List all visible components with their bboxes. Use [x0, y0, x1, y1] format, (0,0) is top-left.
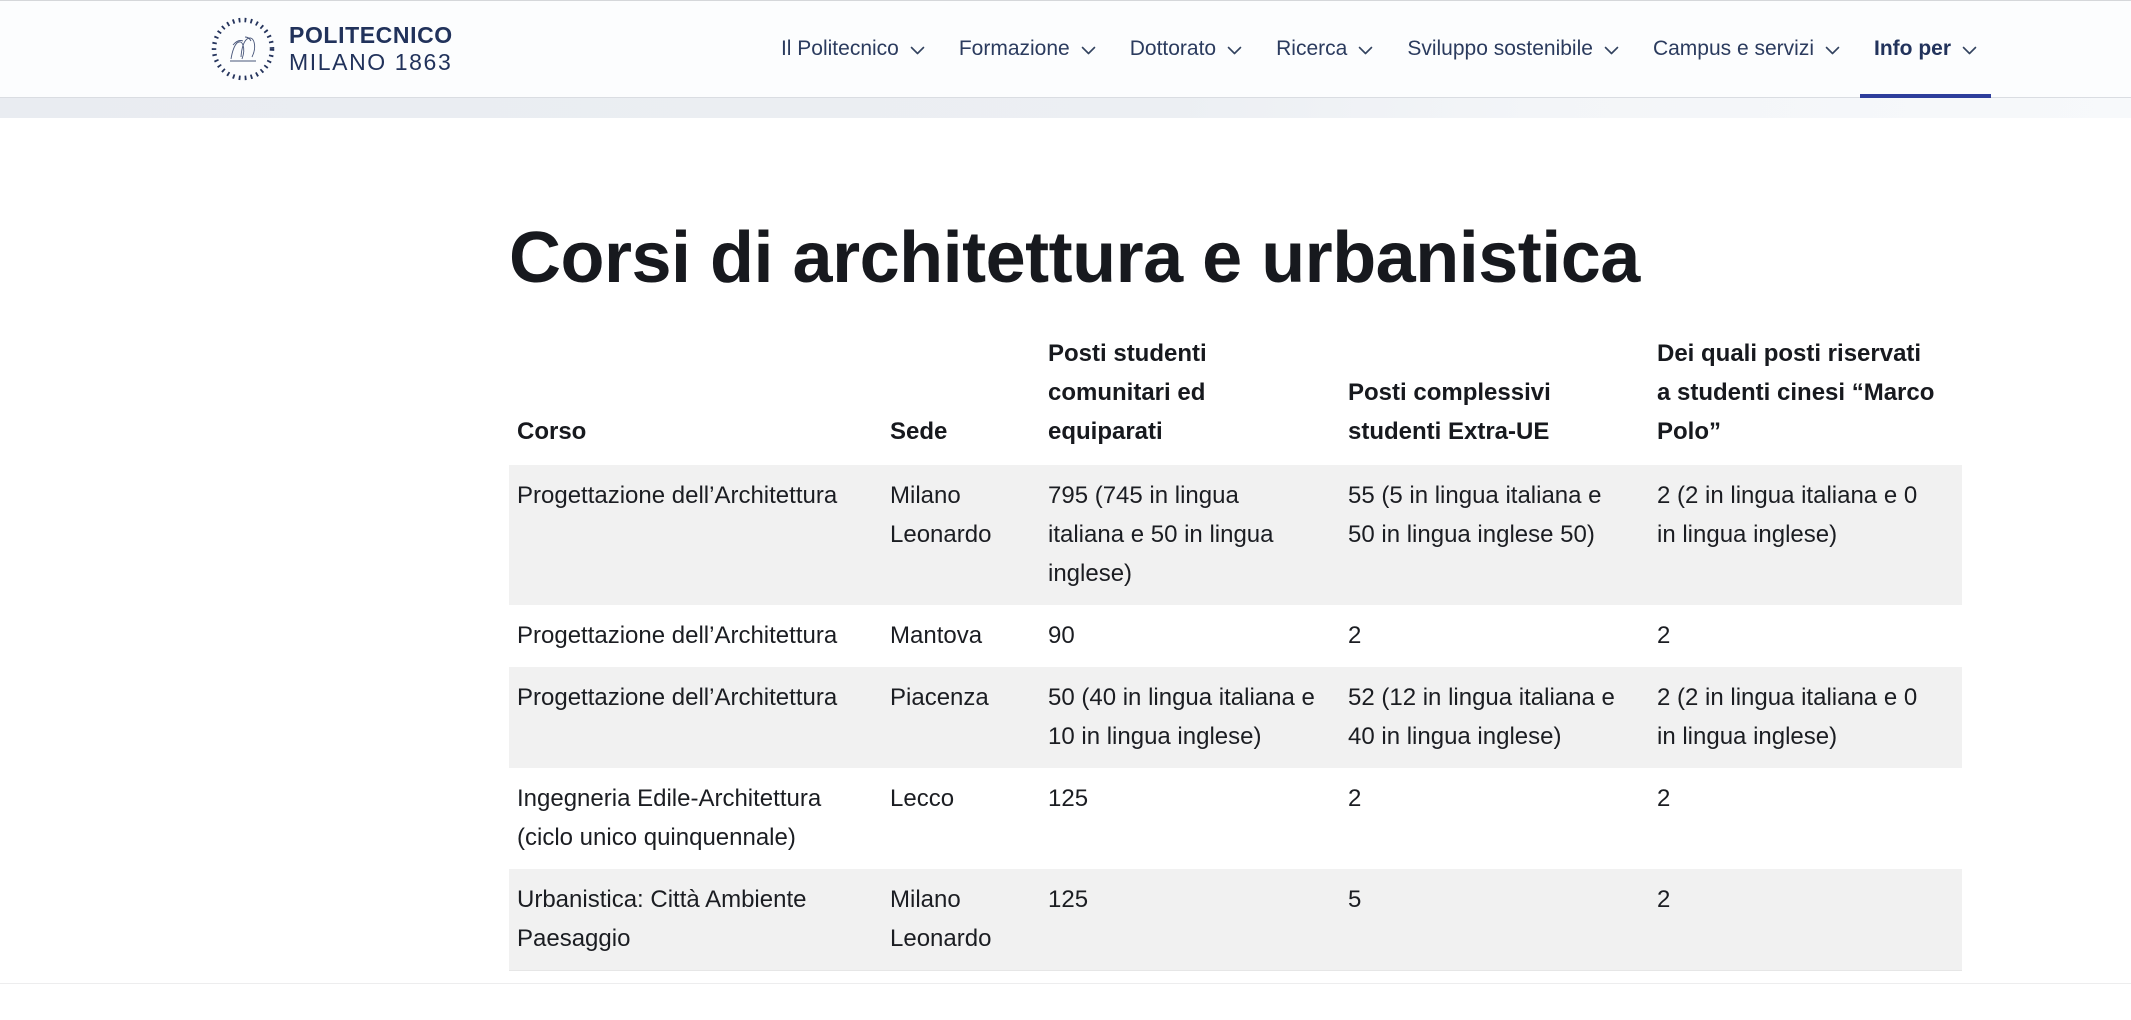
- courses-table: CorsoSedePosti studenti comunitari ed eq…: [509, 334, 1962, 971]
- table-row: Progettazione dell’ArchitetturaMilano Le…: [509, 465, 1962, 605]
- main-content: Corsi di architettura e urbanistica Cors…: [0, 216, 2131, 971]
- nav-item-label: Sviluppo sostenibile: [1407, 37, 1593, 61]
- table-cell: Piacenza: [882, 667, 1040, 768]
- chevron-down-icon: [1825, 46, 1840, 55]
- nav-item-formazione[interactable]: Formazione: [959, 1, 1096, 98]
- table-row: Progettazione dell’ArchitetturaPiacenza5…: [509, 667, 1962, 768]
- site-header: POLITECNICO MILANO 1863 Il Politecnico Fo…: [0, 1, 2131, 98]
- chevron-down-icon: [1604, 46, 1619, 55]
- chevron-down-icon: [910, 46, 925, 55]
- table-cell: 2: [1340, 605, 1649, 667]
- table-cell: 125: [1040, 869, 1340, 971]
- nav-item-dottorato[interactable]: Dottorato: [1130, 1, 1242, 98]
- table-cell: 2: [1649, 605, 1962, 667]
- table-cell: 50 (40 in lingua italiana e 10 in lingua…: [1040, 667, 1340, 768]
- table-cell: Progettazione dell’Architettura: [509, 667, 882, 768]
- nav-item-label: Dottorato: [1130, 37, 1216, 61]
- chevron-down-icon: [1358, 46, 1373, 55]
- section-divider: [0, 983, 2131, 984]
- nav-item-sviluppo-sostenibile[interactable]: Sviluppo sostenibile: [1407, 1, 1619, 98]
- nav-item-info-per[interactable]: Info per: [1874, 1, 1977, 98]
- nav-item-label: Formazione: [959, 37, 1070, 61]
- page-title: Corsi di architettura e urbanistica: [509, 216, 2131, 300]
- courses-table-head: CorsoSedePosti studenti comunitari ed eq…: [509, 334, 1962, 465]
- column-header-dei-quali-posti-riservati-a-st: Dei quali posti riservati a studenti cin…: [1649, 334, 1962, 465]
- nav-item-label: Ricerca: [1276, 37, 1347, 61]
- chevron-down-icon: [1962, 46, 1977, 55]
- table-row: Ingegneria Edile-Architettura (ciclo uni…: [509, 768, 1962, 869]
- table-cell: Urbanistica: Città Ambiente Paesaggio: [509, 869, 882, 971]
- table-cell: 90: [1040, 605, 1340, 667]
- chevron-down-icon: [1227, 46, 1242, 55]
- courses-table-body: Progettazione dell’ArchitetturaMilano Le…: [509, 465, 1962, 971]
- nav-item-label: Il Politecnico: [781, 37, 899, 61]
- table-cell: 2 (2 in lingua italiana e 0 in lingua in…: [1649, 465, 1962, 605]
- table-cell: Milano Leonardo: [882, 465, 1040, 605]
- table-cell: Milano Leonardo: [882, 869, 1040, 971]
- table-cell: Lecco: [882, 768, 1040, 869]
- page-viewport: POLITECNICO MILANO 1863 Il Politecnico Fo…: [0, 0, 2131, 1020]
- column-header-sede: Sede: [882, 334, 1040, 465]
- table-cell: 2: [1649, 869, 1962, 971]
- table-cell: Ingegneria Edile-Architettura (ciclo uni…: [509, 768, 882, 869]
- column-header-corso: Corso: [509, 334, 882, 465]
- table-cell: 2: [1649, 768, 1962, 869]
- nav-item-ricerca[interactable]: Ricerca: [1276, 1, 1373, 98]
- nav-item-campus-e-servizi[interactable]: Campus e servizi: [1653, 1, 1840, 98]
- header-row: CorsoSedePosti studenti comunitari ed eq…: [509, 334, 1962, 465]
- column-header-posti-studenti-comunitari-ed-e: Posti studenti comunitari ed equiparati: [1040, 334, 1340, 465]
- logo-line1: POLITECNICO: [289, 22, 453, 49]
- table-row: Urbanistica: Città Ambiente PaesaggioMil…: [509, 869, 1962, 971]
- table-cell: Progettazione dell’Architettura: [509, 465, 882, 605]
- nav-item-il-politecnico[interactable]: Il Politecnico: [781, 1, 925, 98]
- table-cell: 55 (5 in lingua italiana e 50 in lingua …: [1340, 465, 1649, 605]
- chevron-down-icon: [1081, 46, 1096, 55]
- table-cell: 125: [1040, 768, 1340, 869]
- column-header-posti-complessivi-studenti-ext: Posti complessivi studenti Extra-UE: [1340, 334, 1649, 465]
- table-cell: Mantova: [882, 605, 1040, 667]
- header-shadow-band: [0, 98, 2131, 118]
- nav-item-label: Campus e servizi: [1653, 37, 1814, 61]
- table-cell: 2: [1340, 768, 1649, 869]
- table-cell: 5: [1340, 869, 1649, 971]
- table-cell: 795 (745 in lingua italiana e 50 in ling…: [1040, 465, 1340, 605]
- table-cell: 2 (2 in lingua italiana e 0 in lingua in…: [1649, 667, 1962, 768]
- polimi-seal-icon: [211, 17, 275, 81]
- logo-line2: MILANO 1863: [289, 49, 453, 76]
- table-cell: Progettazione dell’Architettura: [509, 605, 882, 667]
- main-nav: Il Politecnico Formazione Dottorato Ricerca…: [781, 1, 1977, 98]
- nav-item-label: Info per: [1874, 37, 1951, 61]
- polimi-logo[interactable]: POLITECNICO MILANO 1863: [211, 17, 453, 81]
- logo-text: POLITECNICO MILANO 1863: [289, 22, 453, 76]
- table-cell: 52 (12 in lingua italiana e 40 in lingua…: [1340, 667, 1649, 768]
- table-row: Progettazione dell’ArchitetturaMantova90…: [509, 605, 1962, 667]
